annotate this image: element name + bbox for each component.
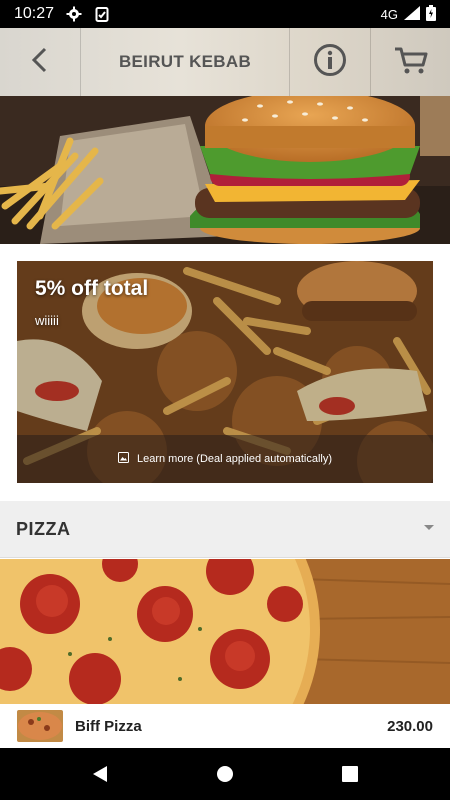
category-header-pizza[interactable]: PIZZA — [0, 501, 450, 558]
cart-icon — [393, 45, 429, 80]
menu-item-thumbnail — [17, 710, 63, 742]
category-title: PIZZA — [16, 518, 71, 539]
home-circle-icon[interactable] — [215, 764, 235, 784]
deal-footer-text: Learn more (Deal applied automatically) — [136, 453, 333, 465]
menu-item-name: Biff Pizza — [75, 717, 142, 735]
deal-banner[interactable]: 5% off total wiiiii Learn more (Deal app… — [17, 261, 433, 483]
deal-title: 5% off total — [35, 277, 149, 300]
app-header: BEIRUT KEBAB — [0, 28, 450, 97]
info-icon — [313, 43, 347, 82]
recents-square-icon[interactable] — [340, 764, 360, 784]
battery-icon — [426, 4, 436, 24]
menu-item[interactable]: Biff Pizza 230.00 — [0, 704, 450, 748]
hero-image — [0, 96, 450, 244]
back-button[interactable] — [0, 28, 81, 96]
page-title: BEIRUT KEBAB — [81, 28, 290, 96]
dropdown-caret-icon — [424, 525, 434, 530]
image-icon — [117, 452, 129, 466]
category-image — [0, 559, 450, 704]
deal-subtitle: wiiiii — [35, 313, 59, 328]
status-bar: 10:27 4G — [0, 0, 450, 28]
back-chevron-icon — [30, 47, 50, 78]
clipboard-check-icon — [94, 6, 110, 22]
cart-button[interactable] — [371, 28, 450, 96]
info-button[interactable] — [290, 28, 371, 96]
back-triangle-icon[interactable] — [90, 764, 110, 784]
settings-icon — [66, 6, 82, 22]
network-type: 4G — [380, 6, 398, 22]
system-nav-bar — [0, 748, 450, 800]
signal-icon — [404, 5, 420, 23]
status-time: 10:27 — [14, 5, 55, 22]
deal-learn-more[interactable]: Learn more (Deal applied automatically) — [17, 435, 433, 483]
menu-item-price: 230.00 — [387, 717, 433, 735]
